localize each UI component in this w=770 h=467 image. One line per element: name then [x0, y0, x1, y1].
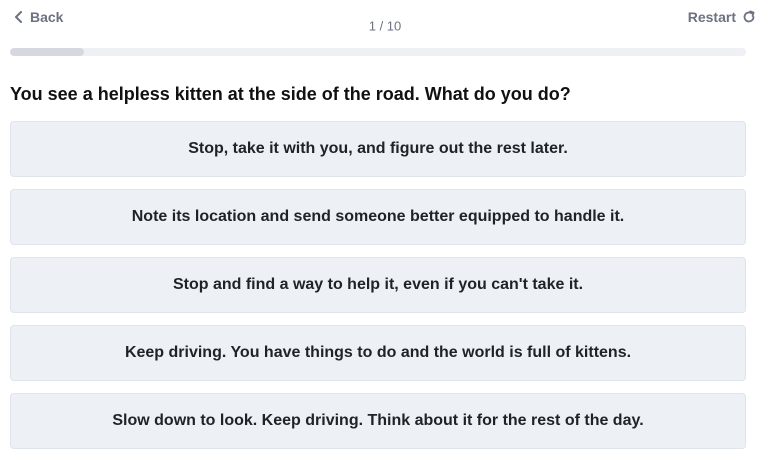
top-navigation: Back 1 / 10 Restart	[10, 0, 760, 48]
progress-fill	[10, 48, 84, 56]
back-button[interactable]: Back	[12, 9, 63, 25]
answer-option-2[interactable]: Note its location and send someone bette…	[10, 189, 746, 245]
restart-button[interactable]: Restart	[688, 9, 758, 25]
answer-option-1[interactable]: Stop, take it with you, and figure out t…	[10, 121, 746, 177]
restart-label: Restart	[687, 9, 736, 25]
answer-options: Stop, take it with you, and figure out t…	[10, 121, 760, 449]
answer-option-5[interactable]: Slow down to look. Keep driving. Think a…	[10, 393, 746, 449]
question-counter: 1 / 10	[368, 18, 402, 34]
question-text: You see a helpless kitten at the side of…	[10, 84, 571, 104]
redo-icon	[742, 10, 756, 24]
back-label: Back	[30, 9, 64, 25]
chevron-left-icon	[14, 11, 24, 23]
answer-option-3[interactable]: Stop and find a way to help it, even if …	[10, 257, 746, 313]
quiz-page: Back 1 / 10 Restart You see a helpless k…	[0, 0, 770, 467]
progress-bar	[10, 48, 746, 56]
answer-option-4[interactable]: Keep driving. You have things to do and …	[10, 325, 746, 381]
